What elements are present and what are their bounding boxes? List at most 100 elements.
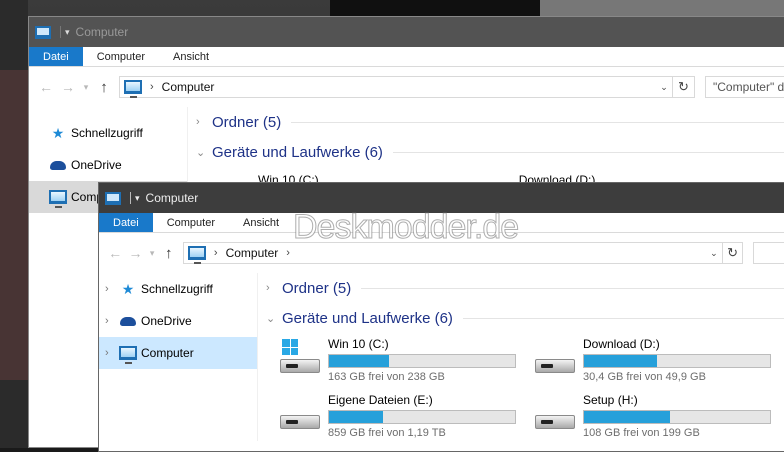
hard-drive-icon — [533, 337, 577, 377]
chevron-right-icon[interactable]: › — [105, 347, 119, 359]
back-arrow-icon[interactable]: ← — [105, 245, 125, 261]
content-pane: › Ordner (5) ⌄ Geräte und Laufwerke (6) … — [257, 273, 784, 441]
group-divider — [462, 317, 784, 319]
group-divider — [392, 151, 784, 153]
forward-arrow-icon[interactable]: → — [125, 245, 145, 261]
refresh-icon[interactable]: ↻ — [722, 242, 744, 264]
address-bar[interactable]: › Computer ⌄ — [119, 76, 673, 98]
chevron-right-icon[interactable]: › — [266, 282, 282, 294]
window-body: › ★ Schnellzugriff › OneDrive › Computer… — [99, 273, 784, 441]
chevron-right-icon[interactable]: › — [105, 283, 119, 295]
nav-label: OneDrive — [71, 158, 122, 172]
breadcrumb-chevron-icon[interactable]: › — [286, 247, 290, 259]
group-divider — [291, 121, 784, 123]
breadcrumb-chevron-icon[interactable]: › — [150, 81, 154, 93]
window-title: Computer — [145, 191, 199, 205]
computer-icon — [49, 190, 67, 208]
breadcrumb-computer[interactable]: Computer — [226, 246, 279, 260]
usage-bar-fill — [329, 411, 383, 423]
group-header-devices[interactable]: ⌄ Geräte und Laufwerke (6) — [196, 137, 784, 167]
nav-item-onedrive[interactable]: OneDrive — [29, 149, 187, 181]
cloud-icon — [120, 316, 136, 326]
up-arrow-icon[interactable]: ↑ — [159, 245, 179, 262]
computer-icon — [105, 191, 121, 205]
address-bar[interactable]: › Computer › ⌄ — [182, 242, 723, 264]
group-header-folders[interactable]: › Ordner (5) — [196, 107, 784, 137]
usage-bar — [583, 410, 771, 424]
nav-label: OneDrive — [141, 314, 192, 328]
address-dropdown-icon[interactable]: ⌄ — [706, 248, 722, 259]
window-title: Computer — [75, 25, 129, 39]
recent-dropdown-icon[interactable]: ▾ — [146, 248, 159, 259]
tab-computer[interactable]: Computer — [153, 213, 229, 232]
drive-free-space: 163 GB frei von 238 GB — [328, 371, 445, 383]
ribbon-tabs: Datei Computer Ansicht — [29, 47, 784, 67]
recent-dropdown-icon[interactable]: ▾ — [79, 82, 93, 93]
drive-name: Download (D:) — [583, 337, 660, 351]
chevron-right-icon[interactable]: › — [196, 116, 212, 128]
hard-drive-icon — [278, 393, 322, 433]
desktop-top-grey-region — [540, 0, 784, 16]
quick-access-dropdown-icon[interactable]: ▾ — [135, 193, 140, 204]
hard-drive-icon — [533, 393, 577, 433]
drive-free-space: 30,4 GB frei von 49,9 GB — [583, 371, 706, 383]
nav-item-schnellzugriff[interactable]: › ★ Schnellzugriff — [99, 273, 257, 305]
back-arrow-icon[interactable]: ← — [35, 79, 57, 95]
computer-icon — [124, 80, 142, 98]
up-arrow-icon[interactable]: ↑ — [93, 79, 115, 96]
title-bar[interactable]: ▾ Computer — [99, 183, 784, 213]
title-bar[interactable]: ▾ Computer — [29, 17, 784, 47]
drive-name: Win 10 (C:) — [328, 337, 389, 351]
tab-computer[interactable]: Computer — [83, 47, 159, 66]
tab-datei[interactable]: Datei — [99, 213, 153, 232]
forward-arrow-icon[interactable]: → — [57, 79, 79, 95]
search-input[interactable] — [753, 242, 784, 264]
star-icon: ★ — [51, 124, 65, 141]
group-divider — [361, 287, 784, 289]
address-dropdown-icon[interactable]: ⌄ — [656, 82, 672, 93]
desktop-left-accent — [0, 70, 28, 380]
nav-item-schnellzugriff[interactable]: ★ Schnellzugriff — [29, 117, 187, 149]
group-header-folders[interactable]: › Ordner (5) — [266, 273, 784, 303]
tab-ansicht[interactable]: Ansicht — [159, 47, 223, 66]
group-header-devices[interactable]: ⌄ Geräte und Laufwerke (6) — [266, 303, 784, 333]
nav-label: Schnellzugriff — [141, 282, 213, 296]
breadcrumb-chevron-icon[interactable]: › — [214, 247, 218, 259]
chevron-down-icon[interactable]: ⌄ — [196, 146, 212, 159]
drive-free-space: 108 GB frei von 199 GB — [583, 427, 700, 439]
titlebar-separator — [60, 26, 61, 38]
drive-item[interactable]: Download (D:) 30,4 GB frei von 49,9 GB — [533, 337, 773, 385]
group-label: Ordner (5) — [212, 113, 282, 131]
drive-name: Eigene Dateien (E:) — [328, 393, 433, 407]
tab-ansicht[interactable]: Ansicht — [229, 213, 293, 232]
computer-icon — [119, 346, 137, 364]
desktop-top-dark-region — [330, 0, 540, 16]
nav-item-onedrive[interactable]: › OneDrive — [99, 305, 257, 337]
quick-access-dropdown-icon[interactable]: ▾ — [65, 27, 70, 38]
usage-bar-fill — [329, 355, 389, 367]
nav-item-computer[interactable]: › Computer — [99, 337, 257, 369]
drive-item[interactable]: Setup (H:) 108 GB frei von 199 GB — [533, 393, 773, 441]
windows-drive-icon — [278, 337, 322, 377]
drive-item[interactable]: Eigene Dateien (E:) 859 GB frei von 1,19… — [278, 393, 533, 441]
explorer-window-front[interactable]: ▾ Computer Datei Computer Ansicht ← → ▾ … — [98, 182, 784, 452]
computer-icon — [187, 246, 206, 264]
usage-bar-fill — [584, 411, 670, 423]
drive-name: Setup (H:) — [583, 393, 638, 407]
breadcrumb-computer[interactable]: Computer — [162, 80, 215, 94]
chevron-down-icon[interactable]: ⌄ — [266, 312, 282, 325]
usage-bar — [583, 354, 771, 368]
usage-bar — [328, 354, 516, 368]
cloud-icon — [50, 160, 66, 170]
group-label: Geräte und Laufwerke (6) — [282, 309, 453, 327]
usage-bar-fill — [584, 355, 657, 367]
group-label: Ordner (5) — [282, 279, 352, 297]
usage-bar — [328, 410, 516, 424]
tab-datei[interactable]: Datei — [29, 47, 83, 66]
address-row: ← → ▾ ↑ › Computer ⌄ ↻ "Computer" d — [29, 67, 784, 107]
refresh-icon[interactable]: ↻ — [673, 76, 695, 98]
drive-item[interactable]: Win 10 (C:) 163 GB frei von 238 GB — [278, 337, 533, 385]
search-input[interactable]: "Computer" d — [705, 76, 784, 98]
chevron-right-icon[interactable]: › — [105, 315, 119, 327]
star-icon: ★ — [121, 280, 135, 297]
